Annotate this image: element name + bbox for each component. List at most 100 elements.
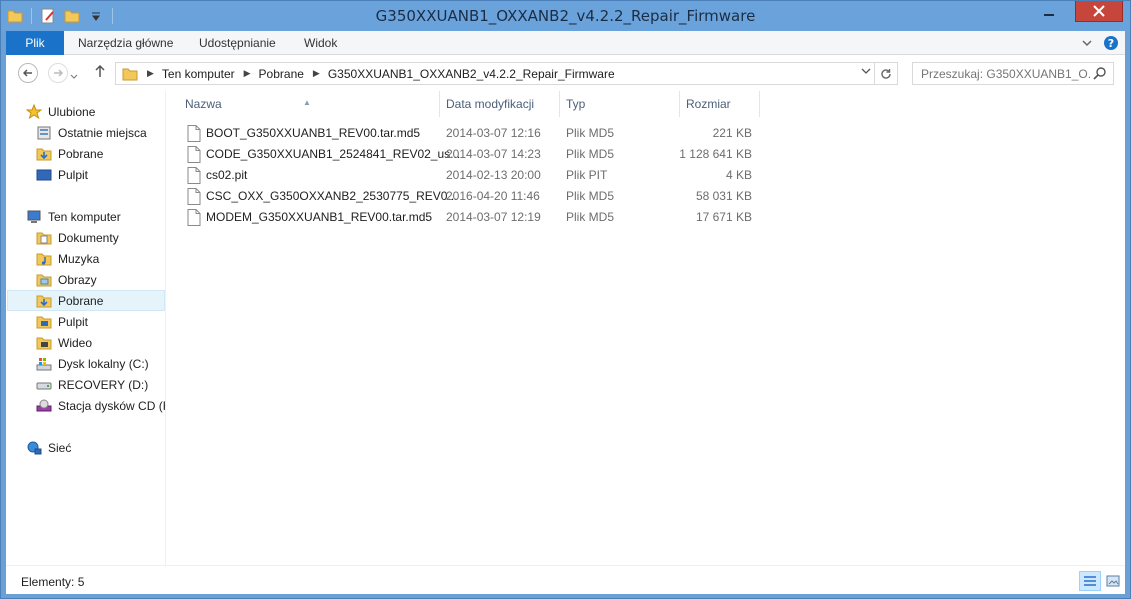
nav-item-downloads[interactable]: Pobrane (7, 290, 165, 311)
nav-item-label: Stacja dysków CD (F (58, 398, 166, 413)
nav-item-recovery[interactable]: RECOVERY (D:) (36, 374, 148, 395)
nav-item-pictures[interactable]: Obrazy (36, 269, 97, 290)
details-view-button[interactable] (1079, 571, 1101, 591)
search-icon[interactable] (1093, 66, 1107, 83)
breadcrumb-chevron-icon[interactable]: ▶ (147, 68, 154, 79)
pictures-icon (36, 272, 52, 288)
nav-item-desktop[interactable]: Pulpit (36, 311, 88, 332)
nav-item-label: Ten komputer (48, 209, 121, 224)
address-row: ▶ Ten komputer ▶ Pobrane ▶ G350XXUANB1_O… (6, 55, 1125, 91)
address-history-button[interactable] (861, 67, 871, 78)
nav-network[interactable]: Sieć (26, 437, 71, 458)
table-row[interactable]: cs02.pit 2014-02-13 20:00 Plik PIT 4 KB (178, 165, 778, 186)
nav-item-label: Muzyka (58, 251, 100, 266)
table-row[interactable]: CODE_G350XXUANB1_2524841_REV02_us... 201… (178, 144, 778, 165)
file-icon (187, 146, 201, 163)
status-bar: Elementy: 5 (6, 565, 1125, 594)
desktop-icon (36, 167, 52, 183)
window-title: G350XXUANB1_OXXANB2_v4.2.2_Repair_Firmwa… (375, 7, 756, 25)
file-list[interactable]: ▲ Nazwa Data modyfikacji Typ Rozmiar BOO… (178, 91, 1125, 565)
refresh-button[interactable] (874, 62, 898, 85)
back-button[interactable] (18, 63, 38, 83)
help-button[interactable]: ? (1103, 35, 1119, 54)
table-row[interactable]: BOOT_G350XXUANB1_REV00.tar.md5 2014-03-0… (178, 123, 778, 144)
help-icon: ? (1104, 36, 1118, 50)
breadcrumb-this-pc[interactable]: Ten komputer (162, 67, 235, 81)
column-header-name[interactable]: ▲ Nazwa (178, 97, 440, 123)
videos-icon (36, 335, 52, 351)
breadcrumb-current-folder[interactable]: G350XXUANB1_OXXANB2_v4.2.2_Repair_Firmwa… (328, 67, 615, 81)
search-box[interactable] (912, 62, 1114, 85)
close-button[interactable] (1075, 1, 1123, 22)
arrow-left-icon (23, 69, 32, 77)
file-size: 1 128 641 KB (679, 147, 752, 161)
explorer-window: G350XXUANB1_OXXANB2_v4.2.2_Repair_Firmwa… (0, 0, 1131, 599)
nav-item-documents[interactable]: Dokumenty (36, 227, 119, 248)
nav-favorites[interactable]: Ulubione (26, 101, 95, 122)
ribbon-tabs: Plik Narzędzia główne Udostępnianie Wido… (6, 31, 1125, 55)
column-header-size[interactable]: Rozmiar (679, 97, 759, 123)
downloads-icon (36, 146, 52, 162)
nav-item-downloads-fav[interactable]: Pobrane (36, 143, 103, 164)
cd-drive-icon (36, 398, 52, 414)
item-count: Elementy: 5 (21, 575, 85, 589)
large-icons-view-button[interactable] (1102, 571, 1124, 591)
nav-this-pc[interactable]: Ten komputer (26, 206, 121, 227)
table-row[interactable]: CSC_OXX_G350OXXANB2_2530775_REV0... 2016… (178, 186, 778, 207)
minimize-button[interactable] (1036, 1, 1062, 22)
nav-item-videos[interactable]: Wideo (36, 332, 92, 353)
nav-item-label: Dysk lokalny (C:) (58, 356, 149, 371)
file-date: 2014-03-07 14:23 (446, 147, 541, 161)
forward-button[interactable] (48, 63, 68, 83)
nav-item-cd-drive[interactable]: Stacja dysków CD (F (36, 395, 166, 416)
file-size: 58 031 KB (695, 189, 752, 203)
file-size: 4 KB (725, 168, 752, 182)
breadcrumb-downloads[interactable]: Pobrane (259, 67, 304, 81)
svg-text:?: ? (1108, 37, 1114, 50)
file-name: CODE_G350XXUANB1_2524841_REV02_us... (206, 147, 461, 161)
breadcrumb-chevron-icon[interactable]: ▶ (313, 68, 320, 79)
local-disk-icon (36, 356, 52, 372)
file-name: BOOT_G350XXUANB1_REV00.tar.md5 (206, 126, 421, 140)
large-icons-view-icon (1106, 575, 1120, 587)
drive-icon (36, 377, 52, 393)
star-icon (26, 103, 42, 120)
address-bar[interactable]: ▶ Ten komputer ▶ Pobrane ▶ G350XXUANB1_O… (115, 62, 875, 85)
content-area: Ulubione Ostatnie miejsca Pobrane Pulpit (6, 91, 1125, 565)
file-name: CSC_OXX_G350OXXANB2_2530775_REV0... (206, 189, 458, 203)
column-header-date[interactable]: Data modyfikacji (439, 97, 559, 123)
nav-item-label: Ostatnie miejsca (58, 125, 147, 140)
column-divider[interactable] (759, 91, 760, 117)
arrow-right-icon (54, 69, 63, 77)
table-row[interactable]: MODEM_G350XXUANB1_REV00.tar.md5 2014-03-… (178, 207, 778, 228)
nav-item-recent-places[interactable]: Ostatnie miejsca (36, 122, 147, 143)
up-button[interactable] (94, 64, 106, 81)
tab-file[interactable]: Plik (6, 31, 64, 55)
nav-item-music[interactable]: Muzyka (36, 248, 99, 269)
file-date: 2016-04-20 11:46 (446, 189, 540, 203)
file-type: Plik PIT (566, 168, 608, 182)
column-header-type[interactable]: Typ (559, 97, 679, 123)
search-input[interactable] (921, 66, 1091, 81)
tab-view[interactable]: Widok (294, 31, 347, 55)
recent-locations-button[interactable] (70, 69, 78, 83)
file-type: Plik MD5 (566, 210, 615, 224)
breadcrumb-chevron-icon[interactable]: ▶ (244, 68, 251, 79)
nav-item-label: Obrazy (58, 272, 97, 287)
file-type: Plik MD5 (566, 189, 615, 203)
nav-item-local-disk[interactable]: Dysk lokalny (C:) (36, 353, 149, 374)
tab-share[interactable]: Udostępnianie (189, 31, 286, 55)
file-date: 2014-02-13 20:00 (446, 168, 541, 182)
navigation-pane[interactable]: Ulubione Ostatnie miejsca Pobrane Pulpit (6, 91, 166, 565)
tab-home[interactable]: Narzędzia główne (68, 31, 183, 55)
nav-item-desktop-fav[interactable]: Pulpit (36, 164, 88, 185)
expand-ribbon-button[interactable] (1081, 37, 1093, 52)
file-icon (187, 167, 201, 184)
nav-item-label: Pulpit (58, 314, 89, 329)
nav-item-label: Sieć (48, 440, 72, 455)
downloads-icon (36, 293, 52, 309)
nav-item-label: Pobrane (58, 146, 104, 161)
chevron-down-icon (861, 68, 871, 74)
documents-icon (36, 230, 52, 246)
nav-item-label: Pulpit (58, 167, 89, 182)
